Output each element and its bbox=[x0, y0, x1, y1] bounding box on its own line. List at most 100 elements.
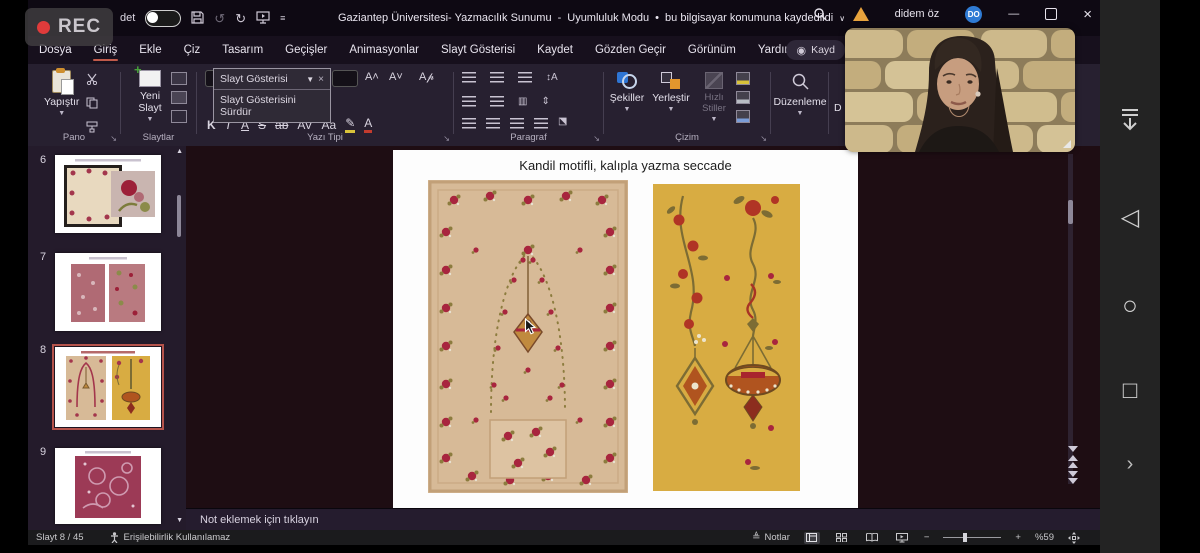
screen-recorder-overlay[interactable]: Slayt Gösterisi ▼ × Slayt Gösterisini Sü… bbox=[213, 68, 331, 123]
warning-icon[interactable] bbox=[853, 7, 869, 21]
notes-placeholder[interactable]: Not eklemek için tıklayın bbox=[200, 514, 319, 526]
dictate-label-fragment[interactable]: D bbox=[834, 102, 842, 114]
record-button[interactable]: ◉ Kayd bbox=[786, 40, 845, 60]
thumbnail-image-6[interactable] bbox=[55, 155, 161, 233]
recorder-resume-item[interactable]: Slayt Gösterisini Sürdür bbox=[214, 90, 330, 122]
tab-animasyonlar[interactable]: Animasyonlar bbox=[338, 36, 430, 64]
save-icon[interactable] bbox=[191, 11, 204, 26]
thumbnail-item-6[interactable]: 6 bbox=[28, 152, 186, 244]
tab-tasarim[interactable]: Tasarım bbox=[211, 36, 274, 64]
android-home-icon[interactable]: ○ bbox=[1122, 290, 1138, 321]
increase-indent-icon[interactable] bbox=[490, 96, 504, 107]
font-size-input[interactable] bbox=[332, 70, 358, 87]
slide-layout-icon[interactable] bbox=[171, 72, 187, 85]
customize-toolbar-icon[interactable]: ≡ bbox=[280, 14, 285, 23]
paste-button[interactable]: Yapıştır ▼ bbox=[44, 70, 79, 116]
thumbnail-image-9[interactable] bbox=[55, 448, 161, 524]
avatar[interactable]: DO bbox=[965, 6, 982, 23]
shape-effects-icon[interactable] bbox=[736, 110, 750, 123]
zoom-level[interactable]: %59 bbox=[1035, 532, 1054, 543]
scroll-down-icon[interactable] bbox=[1068, 446, 1078, 452]
fit-slide-to-window-button[interactable] bbox=[1068, 532, 1080, 544]
start-slideshow-icon[interactable] bbox=[256, 11, 270, 26]
tab-slayt-gosterisi[interactable]: Slayt Gösterisi bbox=[430, 36, 526, 64]
user-name[interactable]: didem öz bbox=[895, 8, 940, 20]
recorder-overlay-header[interactable]: Slayt Gösterisi ▼ × bbox=[214, 69, 330, 90]
tab-kaydet[interactable]: Kaydet bbox=[526, 36, 584, 64]
undo-icon[interactable]: ↺ bbox=[214, 12, 225, 25]
clipboard-dialog-launcher[interactable]: ↘ bbox=[110, 134, 117, 143]
zoom-slider[interactable] bbox=[943, 537, 1001, 538]
thumbnail-image-8[interactable] bbox=[55, 347, 161, 427]
section-icon[interactable] bbox=[171, 110, 187, 123]
shrink-font-icon[interactable]: A˅ bbox=[389, 71, 403, 83]
webcam-resize-handle[interactable] bbox=[1063, 140, 1071, 148]
align-right-icon[interactable] bbox=[510, 118, 524, 129]
line-spacing-icon[interactable]: ↕A bbox=[546, 72, 558, 83]
webcam-video-overlay[interactable] bbox=[845, 28, 1075, 152]
copy-icon[interactable] bbox=[86, 96, 98, 114]
shapes-button[interactable]: Şekiller ▼ bbox=[606, 72, 648, 112]
drawing-dialog-launcher[interactable]: ↘ bbox=[760, 134, 767, 143]
numbering-icon[interactable] bbox=[490, 72, 504, 83]
zoom-in-button[interactable]: + bbox=[1015, 532, 1021, 543]
reset-slide-icon[interactable] bbox=[171, 91, 187, 104]
tab-gorunum[interactable]: Görünüm bbox=[677, 36, 747, 64]
editing-button[interactable]: Düzenleme ▼ bbox=[773, 72, 827, 116]
save-location-status[interactable]: bu bilgisayar konumuna kaydedildi bbox=[665, 12, 833, 24]
zoom-slider-thumb[interactable] bbox=[963, 533, 967, 542]
tab-gozden-gecir[interactable]: Gözden Geçir bbox=[584, 36, 677, 64]
columns-icon[interactable]: ▥ bbox=[518, 96, 527, 107]
font-color-icon[interactable]: A bbox=[364, 116, 372, 133]
minimize-button[interactable]: — bbox=[1008, 8, 1019, 20]
redo-icon[interactable]: ↻ bbox=[235, 12, 246, 25]
grow-font-icon[interactable]: A˄ bbox=[365, 71, 379, 83]
smartart-convert-icon[interactable]: ⬔ bbox=[558, 116, 567, 129]
search-icon[interactable] bbox=[813, 7, 827, 21]
normal-view-button[interactable] bbox=[804, 532, 820, 544]
close-button[interactable]: × bbox=[1083, 6, 1092, 23]
zoom-out-button[interactable]: − bbox=[924, 532, 930, 543]
multilevel-list-icon[interactable] bbox=[518, 72, 532, 83]
recorder-overlay-caret-icon[interactable]: ▼ bbox=[306, 75, 314, 84]
new-slide-button[interactable]: Yeni Slayt ▼ bbox=[127, 70, 173, 122]
thumbnail-image-7[interactable] bbox=[55, 253, 161, 331]
reading-view-button[interactable] bbox=[864, 532, 880, 544]
tab-ciz[interactable]: Çiz bbox=[173, 36, 212, 64]
android-back-icon[interactable]: ◁ bbox=[1121, 203, 1139, 232]
slide-title[interactable]: Kandil motifli, kalıpla yazma seccade bbox=[393, 158, 858, 173]
slide-canvas[interactable]: Kandil motifli, kalıpla yazma seccade bbox=[393, 150, 858, 508]
slideshow-view-button[interactable] bbox=[894, 532, 910, 544]
clear-formatting-icon[interactable]: A𝓅 bbox=[419, 71, 434, 84]
notes-toggle-button[interactable]: ≜ Notlar bbox=[752, 532, 790, 543]
nav-expand-chevron-icon[interactable]: › bbox=[1127, 453, 1134, 476]
shape-outline-icon[interactable] bbox=[736, 91, 750, 104]
arrange-button[interactable]: Yerleştir ▼ bbox=[648, 72, 694, 112]
highlight-color-icon[interactable]: ✎ bbox=[345, 116, 355, 133]
align-left-icon[interactable] bbox=[462, 118, 476, 129]
cut-icon[interactable] bbox=[86, 72, 98, 90]
maximize-button[interactable] bbox=[1045, 8, 1057, 20]
shape-fill-icon[interactable] bbox=[736, 72, 750, 85]
previous-slide-button[interactable] bbox=[1068, 455, 1078, 468]
paragraph-dialog-launcher[interactable]: ↘ bbox=[593, 134, 600, 143]
align-center-icon[interactable] bbox=[486, 118, 500, 129]
notes-pane[interactable]: Not eklemek için tıklayın bbox=[186, 508, 1100, 531]
thumbnail-item-8-selected[interactable]: 8 bbox=[28, 342, 186, 436]
editor-scrollbar-thumb[interactable] bbox=[1068, 200, 1073, 224]
thumbnail-item-9[interactable]: 9 bbox=[28, 444, 186, 534]
decrease-indent-icon[interactable] bbox=[462, 96, 476, 107]
tab-gecisler[interactable]: Geçişler bbox=[274, 36, 338, 64]
font-dialog-launcher[interactable]: ↘ bbox=[443, 134, 450, 143]
quick-styles-button[interactable]: Hızlı Stiller ▼ bbox=[696, 72, 732, 122]
accessibility-status[interactable]: Erişilebilirlik Kullanılamaz bbox=[110, 532, 231, 543]
bullets-icon[interactable] bbox=[462, 72, 476, 83]
thumbnail-item-7[interactable]: 7 bbox=[28, 249, 186, 341]
android-recents-icon[interactable]: □ bbox=[1123, 377, 1138, 405]
slide-sorter-view-button[interactable] bbox=[834, 532, 850, 544]
autosave-toggle[interactable] bbox=[145, 10, 181, 27]
recorder-overlay-close-icon[interactable]: × bbox=[318, 74, 324, 85]
align-text-icon[interactable]: ⇕ bbox=[541, 96, 549, 107]
thumbnail-scroll-down-icon[interactable]: ▼ bbox=[176, 517, 183, 524]
collapse-toolbar-icon[interactable] bbox=[1119, 108, 1141, 137]
